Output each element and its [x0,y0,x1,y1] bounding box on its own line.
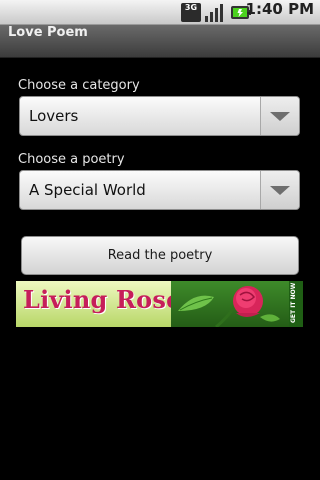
clock: 1:40 PM [246,0,314,25]
ad-banner[interactable]: Living Rose GET IT NOW [16,281,303,327]
signal-strength-icon [205,4,223,22]
category-selected-value: Lovers [29,107,79,125]
network-label: 3G [184,3,198,12]
chevron-down-icon [270,186,290,195]
poetry-dropdown-toggle[interactable] [260,171,299,209]
poetry-selected-value: A Special World [29,181,146,199]
poetry-spinner[interactable]: A Special World [19,170,300,210]
poetry-label: Choose a poetry [18,152,125,167]
ad-cta-text: GET IT NOW [290,282,297,323]
read-poetry-button[interactable]: Read the poetry [21,236,299,275]
title-bar: Love Poem [0,25,320,58]
clock-time: 1:40 [245,0,283,18]
ad-headline: Living Rose [23,285,182,314]
status-bar: 3G 1:40 PM [0,0,320,25]
chevron-down-icon [270,112,290,121]
ad-headline-panel: Living Rose [16,281,181,327]
network-3g-icon: 3G [181,3,201,22]
ad-cta-strip[interactable]: GET IT NOW [289,281,303,327]
category-spinner[interactable]: Lovers [19,96,300,136]
category-dropdown-toggle[interactable] [260,97,299,135]
app-title: Love Poem [8,25,88,40]
category-label: Choose a category [18,78,140,93]
rose-image [178,286,280,327]
clock-suffix: PM [288,0,314,18]
